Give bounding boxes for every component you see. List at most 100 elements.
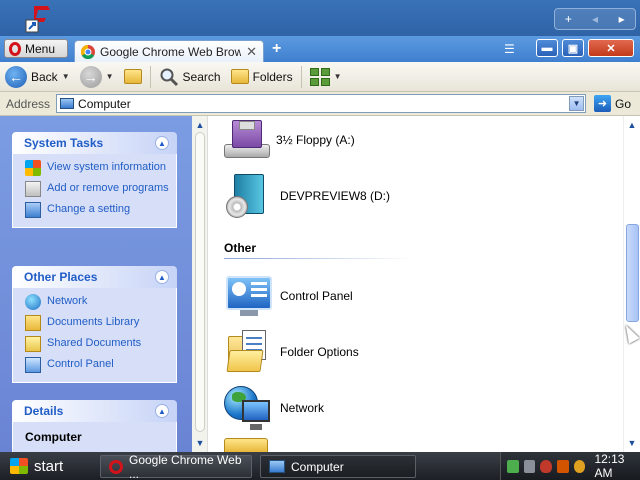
drive-floppy-a[interactable]: 3½ Floppy (A:) [224,118,355,162]
group-header-other: Other [224,241,257,255]
scroll-down-icon[interactable]: ▼ [192,436,208,450]
other-places-header[interactable]: Other Places ▲ [12,266,177,288]
tab-menu-icon[interactable]: ☰ [504,42,515,56]
computer-icon [269,460,285,473]
mini-add-button[interactable]: + [555,12,582,26]
item-label: 3½ Floppy (A:) [276,133,355,147]
tray-app-icon[interactable] [557,459,569,473]
scroll-up-icon[interactable]: ▲ [192,118,208,132]
computer-icon [60,98,75,109]
item-label: Folder Options [280,345,359,359]
taskbar-button-computer[interactable]: Computer [260,455,416,478]
maximize-button[interactable]: ▣ [562,39,584,57]
back-label: Back [31,69,58,84]
system-tasks-panel: System Tasks ▲ View system information A… [12,132,177,228]
address-value: Computer [78,96,131,111]
taskbar-button-chrome[interactable]: Google Chrome Web ... [100,452,252,480]
taskbar-button-label: Google Chrome Web ... [129,452,242,480]
collapse-icon[interactable]: ▲ [155,404,169,418]
collapse-icon[interactable]: ▲ [155,270,169,284]
folder-icon[interactable] [224,438,268,452]
search-label: Search [182,69,221,84]
go-button[interactable]: ➜ Go [594,95,631,112]
up-folder-icon [123,69,142,84]
details-header[interactable]: Details ▲ [12,400,177,422]
close-window-button[interactable]: ✕ [588,39,634,57]
control-panel-icon [25,357,41,373]
scroll-thumb[interactable] [626,224,639,322]
place-documents-library[interactable]: Documents Library [25,313,170,334]
tab-chrome-web-store[interactable]: Google Chrome Web Brow ✕ [74,40,264,62]
address-dropdown-icon[interactable]: ▼ [569,96,585,111]
system-tasks-header[interactable]: System Tasks ▲ [12,132,177,154]
group-divider [224,258,414,259]
task-pane: System Tasks ▲ View system information A… [0,116,192,452]
other-places-panel: Other Places ▲ Network Documents Library… [12,266,177,383]
views-dropdown-icon[interactable]: ▼ [334,72,342,81]
file-items: 3½ Floppy (A:) DEVPREVIEW8 (D:) Other Co… [224,116,604,452]
minimize-button[interactable]: ▬ [536,39,558,57]
item-network[interactable]: Network [224,384,324,432]
item-control-panel[interactable]: Control Panel [224,272,353,320]
mini-prev-button[interactable]: ◂ [582,12,609,26]
task-view-system-information[interactable]: View system information [25,158,170,179]
taskbar-button-label: Computer [291,459,344,474]
go-arrow-icon: ➜ [594,95,612,112]
tray-update-icon[interactable] [573,459,586,473]
tray-shield-icon[interactable] [540,459,553,473]
floppy-icon [224,118,270,162]
task-label: Change a setting [47,203,131,215]
address-input[interactable]: Computer ▼ [56,94,587,113]
start-button[interactable]: start [0,452,90,480]
task-add-remove-programs[interactable]: Add or remove programs [25,179,170,200]
item-folder-options[interactable]: Folder Options [224,328,359,376]
folder-options-icon [224,328,272,376]
views-button[interactable]: ▼ [305,64,347,90]
address-bar: Address Computer ▼ ➜ Go [0,92,640,116]
network-icon [25,294,41,310]
chrome-icon [81,44,95,59]
back-button[interactable]: ← Back ▼ [0,64,75,90]
system-tray: 12:13 AM [500,452,640,480]
tray-network-icon[interactable] [507,459,519,473]
toolbar-separator [300,65,302,88]
forward-dropdown-icon[interactable]: ▼ [106,72,114,81]
back-dropdown-icon[interactable]: ▼ [62,72,70,81]
inner-scroll-track[interactable] [195,132,205,432]
up-folder-button[interactable] [119,64,147,90]
tab-close-icon[interactable]: ✕ [246,44,257,60]
folders-button[interactable]: Folders [226,64,298,90]
mini-next-button[interactable]: ▸ [608,12,635,26]
tray-display-icon[interactable] [523,459,536,473]
place-network[interactable]: Network [25,292,170,313]
desktop-area: + ◂ ▸ [0,0,640,36]
start-label: start [34,457,64,475]
inner-scrollbar[interactable]: ▲ ▼ [192,116,208,452]
place-label: Control Panel [47,358,114,370]
search-button[interactable]: Search [154,64,226,90]
shortcut-icon[interactable] [24,2,56,34]
opera-menu-button[interactable]: Menu [4,39,68,58]
scroll-up-icon[interactable]: ▲ [624,118,640,132]
windows-flag-icon [10,458,28,474]
system-tasks-title: System Tasks [24,136,104,150]
scroll-down-icon[interactable]: ▼ [624,436,640,450]
tray-clock[interactable]: 12:13 AM [594,452,640,480]
menu-label: Menu [25,41,56,56]
details-body: Computer [12,422,177,452]
opera-icon [109,459,123,474]
task-change-setting[interactable]: Change a setting [25,200,170,221]
opera-icon [9,41,21,56]
dvd-drive-icon [224,172,272,220]
forward-button[interactable]: → ▼ [75,64,119,90]
toolbar-separator [149,65,151,88]
network-icon [224,384,272,432]
collapse-icon[interactable]: ▲ [155,136,169,150]
drive-devpreview8-d[interactable]: DEVPREVIEW8 (D:) [224,172,390,220]
windows-icon [25,160,41,176]
place-control-panel[interactable]: Control Panel [25,355,170,376]
new-tab-button[interactable]: + [272,40,281,58]
vertical-scrollbar[interactable]: ▲ ▼ [623,116,640,452]
place-shared-documents[interactable]: Shared Documents [25,334,170,355]
folders-icon [230,69,249,84]
